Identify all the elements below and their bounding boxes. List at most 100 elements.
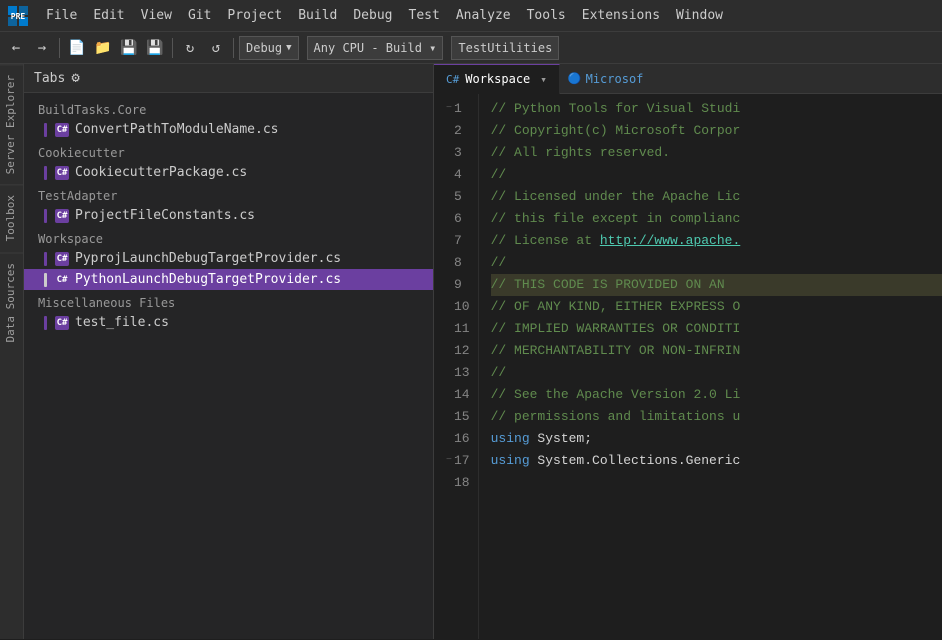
code-line-14: // See the Apache Version 2.0 Li <box>491 384 942 406</box>
file-name-5: PythonLaunchDebugTargetProvider.cs <box>75 272 341 287</box>
editor-tab-bar: C# Workspace ▾ 🔵 Microsof <box>434 64 942 94</box>
tab2-label: Microsof <box>586 72 644 86</box>
main-layout: Server Explorer Toolbox Data Sources Tab… <box>0 64 942 639</box>
app-logo: PRE <box>4 2 32 30</box>
code-line-17: using System; <box>491 428 942 450</box>
code-line-7: // License at http://www.apache. <box>491 230 942 252</box>
svg-text:PRE: PRE <box>11 12 26 21</box>
editor-code: −1 2 3 4 5 6 7 8 9 10 11 12 13 14 15 16 … <box>434 94 942 639</box>
group-label-workspace: Workspace <box>24 226 433 248</box>
back-button[interactable]: ← <box>4 36 28 60</box>
code-line-10: // OF ANY KIND, EITHER EXPRESS O <box>491 296 942 318</box>
file-name-4: PyprojLaunchDebugTargetProvider.cs <box>75 251 341 266</box>
settings-icon[interactable]: ⚙ <box>71 70 79 86</box>
file-name: ConvertPathToModuleName.cs <box>75 122 279 137</box>
platform-label: Any CPU - Build ▾ <box>314 41 437 55</box>
menu-view[interactable]: View <box>133 4 180 27</box>
toolbox-tab[interactable]: Toolbox <box>0 184 23 251</box>
file-name-6: test_file.cs <box>75 315 169 330</box>
undo-button[interactable]: ↻ <box>178 36 202 60</box>
file-bar-icon-5 <box>44 273 47 287</box>
file-name-3: ProjectFileConstants.cs <box>75 208 255 223</box>
code-line-3: // All rights reserved. <box>491 142 942 164</box>
toolbar-separator-2 <box>172 38 173 58</box>
tree-item-projectfile[interactable]: C# ProjectFileConstants.cs <box>24 205 433 226</box>
toolbar-separator-1 <box>59 38 60 58</box>
code-line-9: // THIS CODE IS PROVIDED ON AN <box>491 274 942 296</box>
panel-content: BuildTasks.Core C# ConvertPathToModuleNa… <box>24 93 433 639</box>
panel-header: Tabs ⚙ <box>24 64 433 93</box>
platform-dropdown[interactable]: Any CPU - Build ▾ <box>307 36 444 60</box>
menu-debug[interactable]: Debug <box>345 4 400 27</box>
code-line-5: // Licensed under the Apache Lic <box>491 186 942 208</box>
cs-file-icon-6: C# <box>55 316 69 330</box>
editor-tab-microsoft[interactable]: 🔵 Microsof <box>560 64 652 94</box>
startup-project-label: TestUtilities <box>458 41 552 55</box>
group-label-testadapter: TestAdapter <box>24 183 433 205</box>
save-button[interactable]: 💾 <box>117 36 141 60</box>
save-all-button[interactable]: 💾 <box>143 36 167 60</box>
debug-config-label: Debug <box>246 41 282 55</box>
group-label-misc: Miscellaneous Files <box>24 290 433 312</box>
file-bar-icon-4 <box>44 252 47 266</box>
menu-window[interactable]: Window <box>668 4 731 27</box>
code-line-8: // <box>491 252 942 274</box>
code-line-12: // MERCHANTABILITY OR NON-INFRIN <box>491 340 942 362</box>
cs-file-icon-2: C# <box>55 166 69 180</box>
code-line-1: // Python Tools for Visual Studi <box>491 98 942 120</box>
cs-file-icon-4: C# <box>55 252 69 266</box>
server-explorer-tab[interactable]: Server Explorer <box>0 64 23 184</box>
tab2-cs-icon: 🔵 <box>568 72 582 85</box>
tree-item-pyproj[interactable]: C# PyprojLaunchDebugTargetProvider.cs <box>24 248 433 269</box>
startup-project-dropdown[interactable]: TestUtilities <box>451 36 559 60</box>
tree-item-converpath[interactable]: C# ConvertPathToModuleName.cs <box>24 119 433 140</box>
debug-dropdown-arrow: ▼ <box>286 43 291 53</box>
tree-item-cookiecutter[interactable]: C# CookiecutterPackage.cs <box>24 162 433 183</box>
group-label-buildtasks: BuildTasks.Core <box>24 97 433 119</box>
line-numbers: −1 2 3 4 5 6 7 8 9 10 11 12 13 14 15 16 … <box>434 94 479 639</box>
code-line-11: // IMPLIED WARRANTIES OR CONDITI <box>491 318 942 340</box>
menu-file[interactable]: File <box>38 4 85 27</box>
menu-build[interactable]: Build <box>290 4 345 27</box>
menu-extensions[interactable]: Extensions <box>574 4 668 27</box>
cs-file-icon-5: C# <box>55 273 69 287</box>
apache-link[interactable]: http://www.apache. <box>600 233 740 248</box>
code-line-2: // Copyright(c) Microsoft Corpor <box>491 120 942 142</box>
menu-edit[interactable]: Edit <box>85 4 132 27</box>
editor-area: C# Workspace ▾ 🔵 Microsof −1 2 3 4 5 6 7… <box>434 64 942 639</box>
code-line-15: // permissions and limitations u <box>491 406 942 428</box>
tree-item-testfile[interactable]: C# test_file.cs <box>24 312 433 333</box>
tab-dropdown-arrow[interactable]: ▾ <box>540 73 547 86</box>
solution-panel: Tabs ⚙ BuildTasks.Core C# ConvertPathToM… <box>24 64 434 639</box>
open-button[interactable]: 📁 <box>91 36 115 60</box>
code-line-13: // <box>491 362 942 384</box>
file-bar-icon-6 <box>44 316 47 330</box>
redo-button[interactable]: ↺ <box>204 36 228 60</box>
file-name-2: CookiecutterPackage.cs <box>75 165 247 180</box>
vertical-tabs: Server Explorer Toolbox Data Sources <box>0 64 24 639</box>
tab-label: Workspace <box>465 72 530 86</box>
code-line-18: using System.Collections.Generic <box>491 450 942 472</box>
file-bar-icon-3 <box>44 209 47 223</box>
cs-file-icon-3: C# <box>55 209 69 223</box>
cs-file-icon: C# <box>55 123 69 137</box>
file-bar-icon <box>44 123 47 137</box>
code-line-6: // this file except in complianc <box>491 208 942 230</box>
tab-cs-icon: C# <box>446 73 459 86</box>
menu-bar: PRE File Edit View Git Project Build Deb… <box>0 0 942 32</box>
code-line-4: // <box>491 164 942 186</box>
toolbar-separator-3 <box>233 38 234 58</box>
menu-project[interactable]: Project <box>219 4 290 27</box>
debug-config-dropdown[interactable]: Debug ▼ <box>239 36 299 60</box>
new-file-button[interactable]: 📄 <box>65 36 89 60</box>
data-sources-tab[interactable]: Data Sources <box>0 252 23 352</box>
menu-test[interactable]: Test <box>401 4 448 27</box>
toolbar: ← → 📄 📁 💾 💾 ↻ ↺ Debug ▼ Any CPU - Build … <box>0 32 942 64</box>
menu-analyze[interactable]: Analyze <box>448 4 519 27</box>
menu-tools[interactable]: Tools <box>519 4 574 27</box>
tree-item-pythonlaunch[interactable]: C# PythonLaunchDebugTargetProvider.cs <box>24 269 433 290</box>
code-content[interactable]: // Python Tools for Visual Studi // Copy… <box>479 94 942 639</box>
editor-tab-workspace[interactable]: C# Workspace ▾ <box>434 64 560 94</box>
menu-git[interactable]: Git <box>180 4 219 27</box>
forward-button[interactable]: → <box>30 36 54 60</box>
